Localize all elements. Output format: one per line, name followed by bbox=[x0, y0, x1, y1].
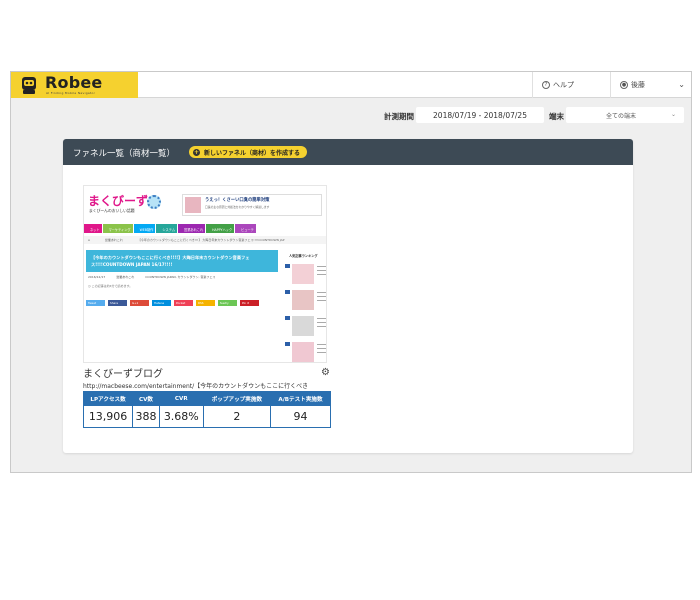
thumb-rank-badge bbox=[285, 342, 290, 346]
thumb-share-button: feedly bbox=[218, 300, 237, 306]
thumb-sidebar-lines bbox=[317, 292, 326, 308]
stats-table: LPアクセス数 CV数 CVR ポップアップ実施数 A/Bテスト実施数 13,9… bbox=[82, 391, 331, 428]
home-icon: ⌂ bbox=[88, 238, 90, 242]
help-button[interactable]: ? ヘルプ bbox=[532, 72, 610, 98]
thumb-rank-badge bbox=[285, 316, 290, 320]
stats-value-abtest: 94 bbox=[270, 405, 331, 428]
thumb-nav-item: システム bbox=[156, 224, 178, 233]
period-label: 計測期間 bbox=[384, 112, 414, 121]
logo[interactable]: Robee AI Finding Mobile Navigator bbox=[11, 72, 138, 98]
stats-header-cvr: CVR bbox=[158, 391, 204, 406]
user-menu[interactable]: ● 後藤 ⌄ bbox=[610, 72, 691, 98]
thumb-sidebar-image bbox=[292, 316, 314, 336]
blog-name[interactable]: まくびーずブログ bbox=[83, 365, 163, 380]
clock-icon: ◷ bbox=[88, 284, 91, 288]
stats-header-lp-access: LPアクセス数 bbox=[82, 391, 134, 406]
thumb-share-button: Tweet bbox=[86, 300, 105, 306]
thumb-share-button: Share bbox=[108, 300, 127, 306]
device-value: 全ての端末 bbox=[606, 112, 637, 120]
create-funnel-button[interactable]: + 新しいファネル（商材）を作成する bbox=[189, 146, 308, 158]
panel-header: ファネル一覧（商材一覧） + 新しいファネル（商材）を作成する bbox=[63, 139, 633, 165]
thumb-nav: ネット マーケティング WEB制作 システム 営業あれこれ HAPPYハック ビューテ bbox=[84, 224, 326, 233]
user-icon: ● bbox=[620, 81, 628, 89]
thumb-nav-item: WEB制作 bbox=[133, 224, 156, 233]
chevron-down-icon: ⌄ bbox=[670, 111, 676, 118]
thumb-sidebar-lines bbox=[317, 318, 326, 334]
stats-value-lp-access: 13,906 bbox=[82, 405, 134, 428]
thumb-sidebar-image bbox=[292, 342, 314, 362]
thumb-sidebar-head: 人気記事ランキング bbox=[289, 254, 318, 258]
thumb-rank-badge bbox=[285, 290, 290, 294]
thumb-rank-badge bbox=[285, 264, 290, 268]
thumb-sidebar-image bbox=[292, 290, 314, 310]
thumb-breadcrumb-item: 【今年のカウントダウンもここに行くべき!!!】 大晦日年末カウントダウン音楽フェ… bbox=[137, 238, 285, 242]
thumb-site-sub: まくびーんのおいしい話題 bbox=[89, 208, 135, 213]
thumb-sidebar: 人気記事ランキング bbox=[285, 250, 326, 362]
plus-icon: + bbox=[193, 148, 200, 156]
thumb-post-title: 【今年のカウントダウンもここに行くべき!!!!】大晦日年末カウントダウン音楽フェ… bbox=[86, 250, 278, 272]
thumb-sidebar-image bbox=[292, 264, 314, 284]
create-funnel-label: 新しいファネル（商材）を作成する bbox=[204, 149, 301, 157]
stats-header-cv: CV数 bbox=[132, 391, 160, 406]
thumb-breadcrumb: ⌂ 営業あれこれ 【今年のカウントダウンもここに行くべき!!!】 大晦日年末カウ… bbox=[84, 236, 326, 244]
panel-title: ファネル一覧（商材一覧） bbox=[73, 149, 176, 159]
robot-icon bbox=[22, 77, 36, 94]
blog-url[interactable]: http://macbeese.com/entertainment/【今年のカウ… bbox=[83, 381, 307, 390]
logo-text: Robee bbox=[45, 73, 103, 92]
thumb-share-button: Hatena bbox=[152, 300, 171, 306]
gear-icon[interactable]: ⚙ bbox=[321, 367, 330, 378]
thumb-share-button: RSS bbox=[196, 300, 215, 306]
thumb-ad-line: 口臭の主な原因と対処法をわかりやすく解説します bbox=[205, 205, 270, 209]
thumb-ad-title: うえっ！くさーい口臭の簡単対策 bbox=[205, 198, 270, 203]
stats-value-popup: 2 bbox=[202, 405, 272, 428]
thumb-nav-item: ビューテ bbox=[235, 224, 256, 233]
thumb-read-time-text: この記事は約4分で読めます。 bbox=[91, 284, 133, 288]
flower-icon bbox=[147, 195, 161, 209]
thumb-site-title: まくびーず bbox=[88, 194, 149, 208]
question-icon: ? bbox=[542, 81, 550, 89]
thumb-ad: うえっ！くさーい口臭の簡単対策 口臭の主な原因と対処法をわかりやすく解説します bbox=[182, 194, 322, 216]
app-window: Robee AI Finding Mobile Navigator ? ヘルプ … bbox=[10, 71, 692, 473]
thumb-share-button: G+1 bbox=[130, 300, 149, 306]
thumb-share-button: Pocket bbox=[174, 300, 193, 306]
thumb-meta: 2016/12/17 営業あれこれ COUNTDOWN JAPAN, カウントダ… bbox=[88, 275, 225, 279]
stats-value-cv: 388 bbox=[132, 405, 160, 428]
page-thumbnail[interactable]: まくびーず まくびーんのおいしい話題 うえっ！くさーい口臭の簡単対策 口臭の主な… bbox=[83, 185, 327, 363]
device-label: 端末 bbox=[549, 112, 564, 121]
stats-header-popup: ポップアップ実施数 bbox=[202, 391, 272, 406]
thumb-nav-item: HAPPYハック bbox=[206, 224, 235, 233]
device-select[interactable]: 全ての端末 ⌄ bbox=[566, 107, 684, 123]
thumb-meta-category: 営業あれこれ bbox=[116, 275, 135, 279]
thumb-meta-tags: COUNTDOWN JAPAN, カウントダウン, 音楽フェス bbox=[145, 275, 216, 279]
logo-tagline: AI Finding Mobile Navigator bbox=[46, 91, 96, 95]
stats-value-cvr: 3.68% bbox=[158, 405, 204, 428]
funnel-panel: ファネル一覧（商材一覧） + 新しいファネル（商材）を作成する まくびーず まく… bbox=[63, 139, 633, 453]
top-bar: Robee AI Finding Mobile Navigator ? ヘルプ … bbox=[11, 72, 691, 98]
stats-header-row: LPアクセス数 CV数 CVR ポップアップ実施数 A/Bテスト実施数 bbox=[82, 391, 331, 406]
thumb-nav-item: ネット bbox=[84, 224, 102, 233]
chevron-down-icon: ⌄ bbox=[678, 80, 685, 89]
thumb-nav-item: マーケティング bbox=[102, 224, 133, 233]
period-value: 2018/07/19 - 2018/07/25 bbox=[433, 110, 527, 120]
thumb-ad-image bbox=[185, 197, 201, 213]
thumb-sidebar-lines bbox=[317, 344, 326, 360]
thumb-read-time: ◷ この記事は約4分で読めます。 bbox=[88, 284, 132, 288]
thumb-share-buttons: Tweet Share G+1 Hatena Pocket RSS feedly Pin it bbox=[86, 300, 262, 306]
thumb-breadcrumb-item: 営業あれこれ bbox=[104, 238, 123, 242]
stats-header-abtest: A/Bテスト実施数 bbox=[270, 391, 331, 406]
thumb-share-button: Pin it bbox=[240, 300, 259, 306]
stats-value-row: 13,906 388 3.68% 2 94 bbox=[82, 405, 331, 428]
thumb-meta-date: 2016/12/17 bbox=[88, 275, 106, 279]
thumb-sidebar-lines bbox=[317, 266, 326, 282]
thumb-nav-item: 営業あれこれ bbox=[178, 224, 206, 233]
period-picker[interactable]: 2018/07/19 - 2018/07/25 bbox=[416, 107, 544, 123]
help-label: ヘルプ bbox=[553, 81, 574, 89]
user-name: 後藤 bbox=[631, 81, 645, 89]
